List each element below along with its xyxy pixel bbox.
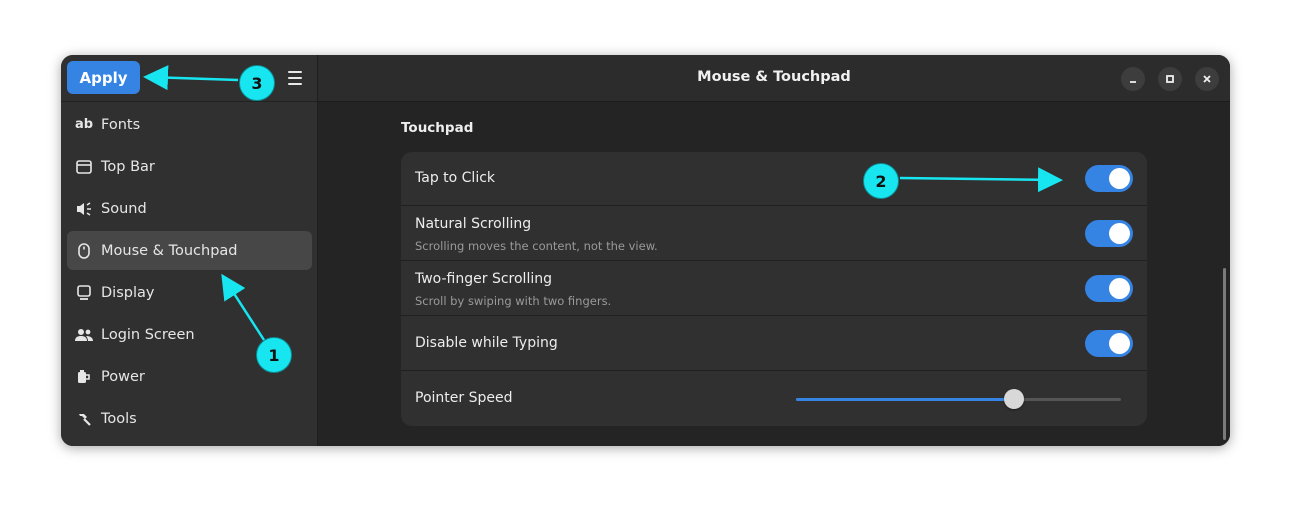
annotation-badge-2: 2: [863, 163, 899, 199]
annotation-badge-1: 1: [256, 337, 292, 373]
annotation-badge-3: 3: [239, 65, 275, 101]
arrow-3: [143, 65, 239, 91]
arrow-2: [899, 167, 1063, 193]
arrow-1: [221, 273, 266, 341]
annotation-arrows: [143, 65, 1063, 341]
